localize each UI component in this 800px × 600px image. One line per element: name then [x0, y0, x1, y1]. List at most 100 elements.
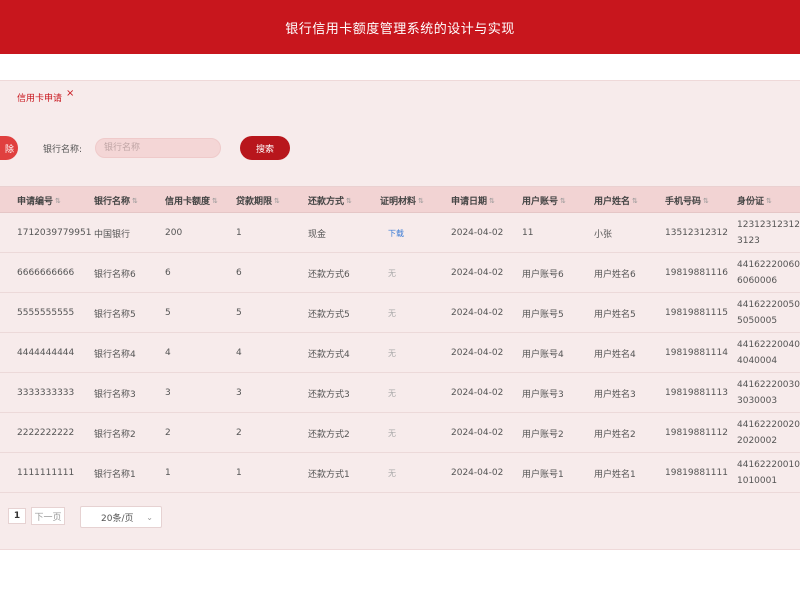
- cell-proof-material: 无: [388, 428, 396, 438]
- sort-icon[interactable]: ⇅: [418, 197, 424, 205]
- cell-credit-limit: 5: [165, 308, 171, 318]
- cell-bank-name: 银行名称1: [94, 469, 136, 480]
- cell-loan-term: 3: [236, 388, 242, 398]
- column-header-application-id[interactable]: 申请编号 ⇅: [17, 187, 61, 214]
- cell-application-date: 2024-04-02: [451, 268, 504, 278]
- cell-repayment-method: 还款方式4: [308, 349, 350, 360]
- search-bar: 除 银行名称: 搜索: [0, 134, 800, 164]
- cell-application-id: 3333333333: [17, 388, 75, 398]
- column-header-application-date[interactable]: 申请日期 ⇅: [451, 187, 495, 214]
- cell-bank-name: 银行名称2: [94, 429, 136, 440]
- cell-id-card: 441622200303030003: [737, 380, 800, 406]
- column-header-user-name[interactable]: 用户姓名 ⇅: [594, 187, 638, 214]
- close-icon[interactable]: ×: [66, 88, 74, 99]
- cell-proof-material: 无: [388, 388, 396, 398]
- cell-repayment-method: 还款方式6: [308, 269, 350, 280]
- next-page-button[interactable]: 下一页: [31, 507, 65, 525]
- column-header-bank-name[interactable]: 银行名称 ⇅: [94, 187, 138, 214]
- cell-phone: 19819881114: [665, 348, 728, 358]
- page-size-select[interactable]: 20条/页 ⌄: [80, 506, 162, 528]
- cell-application-id: 6666666666: [17, 268, 75, 278]
- cell-credit-limit: 4: [165, 348, 171, 358]
- cell-user-name: 用户姓名5: [594, 309, 636, 320]
- cell-id-card: 441622200404040004: [737, 340, 800, 366]
- cell-phone: 19819881113: [665, 388, 728, 398]
- cell-proof-material: 无: [388, 268, 396, 278]
- cell-application-date: 2024-04-02: [451, 468, 504, 478]
- sort-icon[interactable]: ⇅: [212, 197, 218, 205]
- sort-icon[interactable]: ⇅: [632, 197, 638, 205]
- cell-application-date: 2024-04-02: [451, 308, 504, 318]
- page-size-value: 20条/页: [101, 513, 134, 524]
- sort-icon[interactable]: ⇅: [560, 197, 566, 205]
- cell-application-id: 2222222222: [17, 428, 75, 438]
- column-header-proof-material[interactable]: 证明材料 ⇅: [380, 187, 424, 214]
- cell-proof-material: 无: [388, 308, 396, 318]
- column-header-credit-limit[interactable]: 信用卡额度 ⇅: [165, 187, 218, 214]
- cell-user-name: 小张: [594, 229, 613, 240]
- tab-bar: 信用卡申请 ×: [0, 81, 800, 113]
- cell-application-id: 4444444444: [17, 348, 75, 358]
- column-header-user-account[interactable]: 用户账号 ⇅: [522, 187, 566, 214]
- tab-credit-card-application[interactable]: 信用卡申请 ×: [17, 88, 74, 104]
- column-header-repayment-method[interactable]: 还款方式 ⇅: [308, 187, 352, 214]
- pagination: 1 下一页 20条/页 ⌄: [0, 506, 800, 528]
- cell-user-name: 用户姓名3: [594, 389, 636, 400]
- cell-credit-limit: 200: [165, 228, 183, 238]
- cell-phone: 19819881116: [665, 268, 728, 278]
- cell-user-account: 用户账号1: [522, 469, 564, 480]
- cell-loan-term: 4: [236, 348, 242, 358]
- cell-id-card: 441622200505050005: [737, 300, 800, 326]
- download-link[interactable]: 下载: [388, 228, 404, 239]
- table-row[interactable]: 3333333333 银行名称3 3 3 还款方式3 无 2024-04-02 …: [0, 373, 800, 413]
- table-row[interactable]: 4444444444 银行名称4 4 4 还款方式4 无 2024-04-02 …: [0, 333, 800, 373]
- cell-application-id: 1712039779951: [17, 228, 92, 238]
- cell-proof-material: 无: [388, 468, 396, 478]
- table-row[interactable]: 2222222222 银行名称2 2 2 还款方式2 无 2024-04-02 …: [0, 413, 800, 453]
- column-header-loan-term[interactable]: 贷款期限 ⇅: [236, 187, 280, 214]
- cell-credit-limit: 3: [165, 388, 171, 398]
- cell-phone: 19819881111: [665, 468, 728, 478]
- main-content: 信用卡申请 × 除 银行名称: 搜索 申请编号⇅ 银行名称⇅ 信用卡额度⇅ 贷款…: [0, 80, 800, 550]
- column-header-phone[interactable]: 手机号码 ⇅: [665, 187, 709, 214]
- table-row[interactable]: 1712039779951 中国银行 200 1 现金 下载 2024-04-0…: [0, 213, 800, 253]
- cell-user-account: 用户账号2: [522, 429, 564, 440]
- cell-bank-name: 银行名称4: [94, 349, 136, 360]
- sort-icon[interactable]: ⇅: [55, 197, 61, 205]
- cell-loan-term: 1: [236, 228, 242, 238]
- column-header-id-card[interactable]: 身份证 ⇅: [737, 187, 772, 214]
- delete-button[interactable]: 除: [0, 136, 18, 160]
- search-button[interactable]: 搜索: [240, 136, 290, 160]
- table-row[interactable]: 5555555555 银行名称5 5 5 还款方式5 无 2024-04-02 …: [0, 293, 800, 333]
- bank-name-search-input[interactable]: [95, 138, 221, 158]
- sort-icon[interactable]: ⇅: [703, 197, 709, 205]
- sort-icon[interactable]: ⇅: [489, 197, 495, 205]
- cell-repayment-method: 还款方式1: [308, 469, 350, 480]
- cell-application-id: 1111111111: [17, 468, 75, 478]
- cell-phone: 19819881115: [665, 308, 728, 318]
- cell-id-card: 441622200101010001: [737, 460, 800, 486]
- bank-name-label: 银行名称:: [43, 145, 83, 155]
- application-table: 申请编号 ⇅ 银行名称 ⇅ 信用卡额度 ⇅ 贷款期限 ⇅ 还款方式 ⇅ 证明材料 ⇅ 申请日…: [0, 186, 800, 493]
- cell-bank-name: 银行名称3: [94, 389, 136, 400]
- tab-label: 信用卡申请: [17, 94, 63, 104]
- sort-icon[interactable]: ⇅: [274, 197, 280, 205]
- cell-user-account: 用户账号6: [522, 269, 564, 280]
- cell-application-date: 2024-04-02: [451, 348, 504, 358]
- cell-application-id: 5555555555: [17, 308, 75, 318]
- cell-credit-limit: 1: [165, 468, 171, 478]
- sort-icon[interactable]: ⇅: [346, 197, 352, 205]
- cell-user-name: 用户姓名2: [594, 429, 636, 440]
- table-row[interactable]: 1111111111 银行名称1 1 1 还款方式1 无 2024-04-02 …: [0, 453, 800, 493]
- sort-icon[interactable]: ⇅: [132, 197, 138, 205]
- sort-icon[interactable]: ⇅: [766, 197, 772, 205]
- cell-bank-name: 银行名称5: [94, 309, 136, 320]
- cell-loan-term: 6: [236, 268, 242, 278]
- cell-user-name: 用户姓名4: [594, 349, 636, 360]
- cell-user-account: 用户账号5: [522, 309, 564, 320]
- table-row[interactable]: 6666666666 银行名称6 6 6 还款方式6 无 2024-04-02 …: [0, 253, 800, 293]
- page-number-button[interactable]: 1: [8, 508, 26, 524]
- cell-user-account: 11: [522, 228, 534, 238]
- cell-user-name: 用户姓名6: [594, 269, 636, 280]
- cell-loan-term: 2: [236, 428, 242, 438]
